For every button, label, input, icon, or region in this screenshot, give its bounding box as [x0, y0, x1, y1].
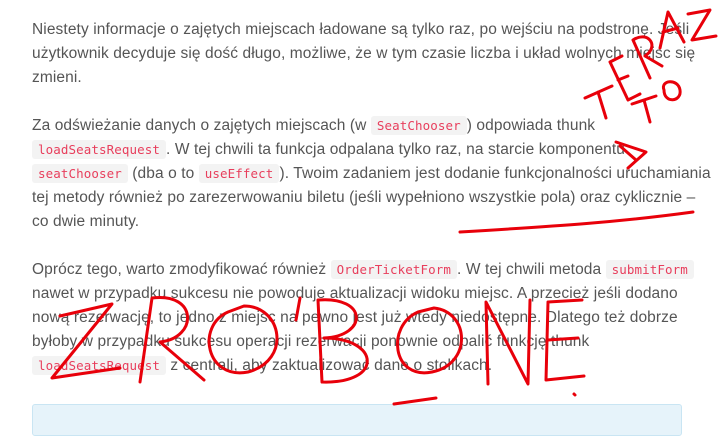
text-fragment: z centrali, aby zaktualizować dane o sto… — [166, 357, 493, 374]
article-content: Niestety informacje o zajętych miejscach… — [32, 18, 712, 402]
code-submitform: submitForm — [605, 260, 694, 279]
text-fragment: (dba o to — [127, 165, 199, 182]
code-seatchooser-component: seatChooser — [32, 164, 128, 183]
text-fragment: nawet w przypadku sukcesu nie powoduje a… — [32, 285, 678, 350]
text-fragment: . W tej chwili metoda — [457, 261, 606, 278]
info-callout-box — [32, 404, 682, 436]
paragraph-order-form: Oprócz tego, warto zmodyfikować również … — [32, 258, 712, 378]
text-fragment: . W tej chwili ta funkcja odpalana tylko… — [166, 141, 626, 158]
text-fragment: Oprócz tego, warto zmodyfikować również — [32, 261, 331, 278]
code-seatchooser: SeatChooser — [370, 116, 467, 135]
code-loadseatsrequest: loadSeatsRequest — [32, 140, 167, 159]
code-orderticketform: OrderTicketForm — [330, 260, 458, 279]
text-fragment: ) odpowiada thunk — [466, 117, 596, 134]
text-fragment: Za odświeżanie danych o zajętych miejsca… — [32, 117, 371, 134]
code-loadseatsrequest-2: loadSeatsRequest — [32, 356, 167, 375]
paragraph-seats-info: Niestety informacje o zajętych miejscach… — [32, 21, 696, 86]
paragraph-refresh-task: Za odświeżanie danych o zajętych miejsca… — [32, 114, 712, 234]
code-useeffect: useEffect — [198, 164, 280, 183]
